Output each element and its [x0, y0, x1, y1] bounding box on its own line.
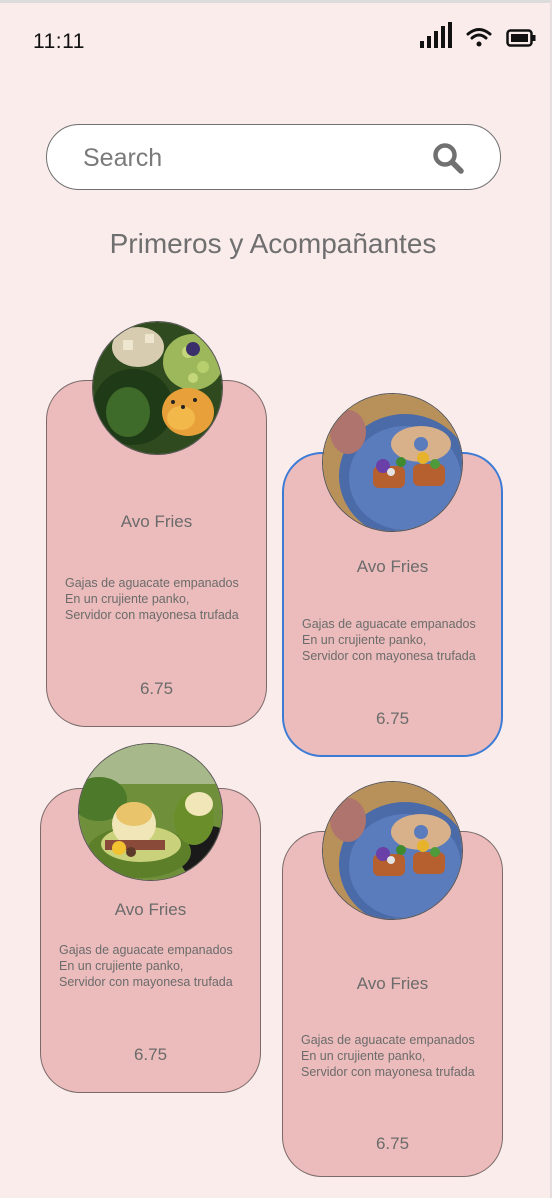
card-title: Avo Fries	[356, 557, 429, 576]
card-description: Gajas de aguacate empanados En un crujie…	[59, 943, 233, 989]
search-input[interactable]	[81, 139, 405, 177]
avocado-egg-photo	[78, 743, 223, 881]
bagel-plate-photo	[322, 393, 463, 532]
card-title: Avo Fries	[120, 512, 193, 531]
battery-icon	[506, 29, 536, 47]
salad-bowl-photo	[92, 321, 223, 455]
section-title: Primeros y Acompañantes	[109, 228, 437, 259]
top-border	[0, 0, 552, 3]
signal-icon	[420, 22, 452, 48]
wifi-icon	[466, 28, 492, 47]
card-description: Gajas de aguacate empanados En un crujie…	[65, 576, 239, 622]
search-icon[interactable]	[432, 142, 464, 174]
card-title: Avo Fries	[114, 900, 187, 919]
search-bar[interactable]	[46, 124, 501, 190]
card-title: Avo Fries	[356, 974, 429, 993]
card-description: Gajas de aguacate empanados En un crujie…	[301, 1033, 475, 1079]
card-price: 6.75	[375, 1134, 410, 1153]
bagel-plate-photo	[322, 781, 463, 920]
card-price: 6.75	[139, 679, 174, 698]
card-description: Gajas de aguacate empanados En un crujie…	[302, 617, 476, 663]
status-time: 11:11	[33, 30, 85, 53]
status-icons	[420, 22, 536, 48]
card-price: 6.75	[375, 709, 410, 728]
card-price: 6.75	[133, 1045, 168, 1064]
